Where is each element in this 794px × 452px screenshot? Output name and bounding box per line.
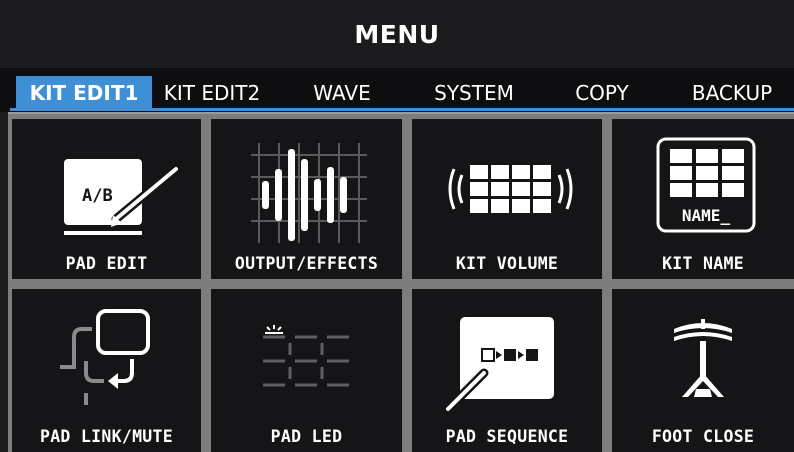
pad-led-tile[interactable]: PAD LED — [211, 289, 402, 452]
pad-led-label: PAD LED — [270, 427, 343, 446]
tab-kit-edit2[interactable]: KIT EDIT2 — [156, 76, 268, 110]
kit-name-icon-text: NAME_ — [682, 206, 731, 225]
kit-volume-tile[interactable]: KIT VOLUME — [412, 119, 602, 279]
tab-kit-edit1[interactable]: KIT EDIT1 — [16, 76, 152, 110]
kit-name-tile[interactable]: NAME_ KIT NAME — [612, 119, 794, 279]
page-title: MENU — [0, 0, 794, 68]
foot-close-label: FOOT CLOSE — [651, 427, 755, 446]
pad-link-mute-label: PAD LINK/MUTE — [39, 427, 174, 446]
menu-screen: MENU KIT EDIT1 KIT EDIT2 WAVE SYSTEM COP… — [0, 0, 794, 452]
output-effects-tile[interactable]: OUTPUT/EFFECTS — [211, 119, 402, 279]
foot-close-tile[interactable]: FOOT CLOSE — [612, 289, 794, 452]
kit-name-label: KIT NAME — [662, 254, 744, 273]
pad-edit-label: PAD EDIT — [65, 254, 148, 273]
menu-title: MENU — [354, 19, 440, 49]
tab-underline — [10, 108, 794, 111]
pad-edit-icon-text: A/B — [82, 186, 113, 206]
left-edge — [0, 112, 8, 452]
output-effects-label: OUTPUT/EFFECTS — [234, 254, 379, 273]
tab-system[interactable]: SYSTEM — [416, 76, 532, 110]
pad-sequence-tile[interactable]: PAD SEQUENCE — [412, 289, 602, 452]
pad-sequence-label: PAD SEQUENCE — [445, 427, 569, 446]
tab-copy[interactable]: COPY — [560, 76, 644, 110]
pad-link-mute-tile[interactable]: PAD LINK/MUTE — [12, 289, 201, 452]
tab-wave[interactable]: WAVE — [296, 76, 388, 110]
kit-volume-label: KIT VOLUME — [455, 254, 559, 273]
tab-backup[interactable]: BACKUP — [676, 76, 788, 110]
tab-bar: KIT EDIT1 KIT EDIT2 WAVE SYSTEM COPY BAC… — [0, 68, 794, 112]
pad-edit-tile[interactable]: A/B PAD EDIT — [12, 119, 201, 279]
